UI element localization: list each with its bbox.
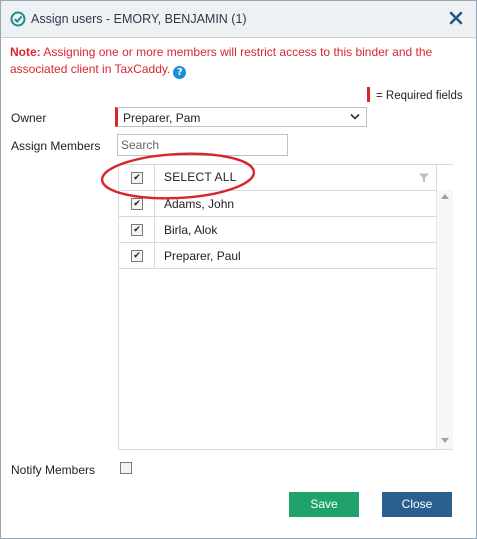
select-all-checkbox[interactable]: ✔ [131,172,143,184]
scroll-down-icon[interactable] [441,438,449,443]
grid-header: ✔ SELECT ALL [119,165,436,191]
row-checkbox-cell: ✔ [119,217,155,242]
check-circle-icon [10,11,26,27]
note-label: Note: [10,45,41,59]
required-fields-legend: = Required fields [367,87,463,102]
select-all-label: SELECT ALL [164,170,237,184]
member-name: Preparer, Paul [164,249,241,263]
member-row[interactable]: ✔ Birla, Alok [119,217,436,243]
header-scroll-spacer [436,165,453,190]
dialog-title: Assign users - EMORY, BENJAMIN (1) [31,12,247,26]
member-name: Adams, John [164,197,235,211]
assign-members-label: Assign Members [11,139,101,153]
members-grid: ✔ SELECT ALL ✔ Adams, John ✔ Birla, Alok… [118,164,453,450]
owner-label: Owner [11,111,47,125]
row-checkbox-cell: ✔ [119,243,155,268]
header-checkbox-cell: ✔ [119,165,155,190]
owner-select[interactable]: Preparer, Pam [115,107,367,127]
notify-members-label: Notify Members [11,463,96,477]
member-checkbox[interactable]: ✔ [131,198,143,210]
chevron-down-icon [350,113,360,120]
note-text: Assigning one or more members will restr… [10,45,433,76]
member-row[interactable]: ✔ Adams, John [119,191,436,217]
help-icon[interactable]: ? [173,66,187,79]
member-checkbox[interactable]: ✔ [131,224,143,236]
scroll-up-icon[interactable] [441,194,449,199]
grid-scrollbar[interactable] [436,190,453,449]
member-checkbox[interactable]: ✔ [131,250,143,262]
member-search-input[interactable] [117,134,288,156]
notify-members-checkbox[interactable] [120,462,132,474]
required-marker [367,87,370,102]
filter-icon[interactable] [419,173,429,183]
assign-users-dialog: Assign users - EMORY, BENJAMIN (1) Note:… [0,0,477,539]
close-icon[interactable] [447,9,465,27]
restriction-note: Note: Assigning one or more members will… [10,44,460,79]
close-button[interactable]: Close [382,492,452,517]
save-button[interactable]: Save [289,492,359,517]
required-legend-text: = Required fields [376,90,463,102]
dialog-titlebar: Assign users - EMORY, BENJAMIN (1) [1,1,476,38]
owner-selected-value: Preparer, Pam [123,111,201,125]
member-name: Birla, Alok [164,223,218,237]
member-row[interactable]: ✔ Preparer, Paul [119,243,436,269]
row-checkbox-cell: ✔ [119,191,155,216]
